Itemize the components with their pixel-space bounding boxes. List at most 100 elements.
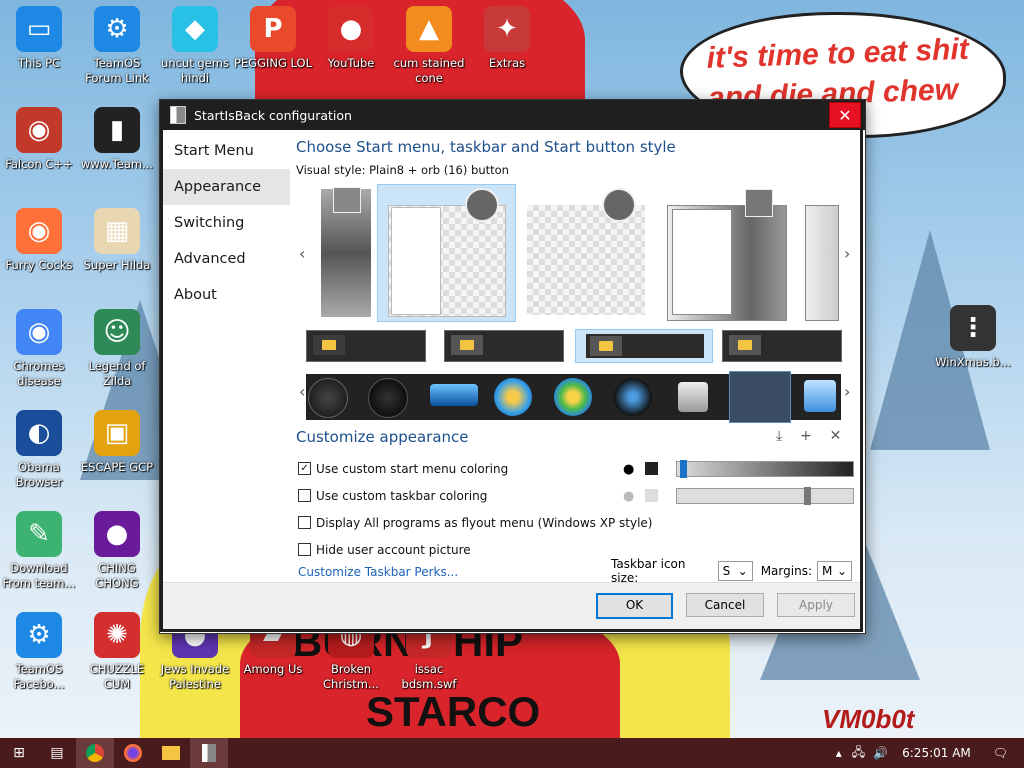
dialog-title: StartIsBack configuration [194, 107, 352, 123]
start-orb-option-selected[interactable] [729, 371, 791, 423]
add-icon[interactable]: + [800, 428, 812, 444]
chevron-up-icon[interactable]: ▴ [836, 746, 842, 760]
desktop-icon[interactable]: ◉ Furry Cocks [0, 208, 79, 273]
gear-icon: ⚙ [16, 612, 62, 658]
appearance-options: ✓ Use custom start menu coloring Use cust… [298, 455, 652, 563]
start-menu-style-option-selected[interactable] [377, 184, 516, 322]
start-orb-option[interactable] [308, 378, 348, 418]
desktop-icon[interactable]: ▭ This PC [0, 6, 79, 71]
taskbar-icon-size-select[interactable]: S ⌄ [717, 561, 753, 581]
start-orb-option[interactable] [430, 384, 478, 406]
taskbar-startisback[interactable] [190, 738, 228, 768]
task-view-button[interactable]: ▤ [38, 738, 76, 768]
taskbar-style-option-selected[interactable] [575, 329, 713, 363]
start-menu-style-option[interactable] [804, 184, 839, 322]
user-picture-icon [602, 188, 636, 222]
taskbar-style-option[interactable] [722, 330, 842, 362]
desktop-icon[interactable]: ✺ CHUZZLE CUM [77, 612, 157, 692]
desktop-icon[interactable]: ☺ Legend of Zilda [77, 309, 157, 389]
margins-label: Margins: [760, 564, 812, 578]
customize-taskbar-perks-link[interactable]: Customize Taskbar Perks... [298, 565, 458, 579]
checkbox-unchecked-icon[interactable] [298, 543, 311, 556]
color-swatch[interactable] [645, 489, 658, 502]
slider-thumb[interactable] [803, 487, 811, 505]
start-menu-style-gallery: ‹ › [296, 184, 856, 324]
chevron-left-icon[interactable]: ‹ [299, 244, 305, 263]
desktop-icon[interactable]: ▣ ESCAPE GCP [77, 410, 157, 475]
cone-icon: ▲ [406, 6, 452, 52]
notifications-icon[interactable]: 🗨 [993, 746, 1008, 760]
nav-item-appearance[interactable]: Appearance [163, 169, 290, 205]
checkbox-custom-start-menu-coloring[interactable]: ✓ Use custom start menu coloring [298, 455, 652, 482]
diamond-icon: ◆ [172, 6, 218, 52]
start-button[interactable]: ⊞ [0, 738, 38, 768]
checkbox-custom-taskbar-coloring[interactable]: Use custom taskbar coloring [298, 482, 652, 509]
desktop-icon[interactable]: ◆ uncut gems hindi [155, 6, 235, 86]
apply-button[interactable]: Apply [777, 593, 855, 617]
checkbox-all-programs-flyout[interactable]: Display All programs as flyout menu (Win… [298, 509, 652, 536]
nav-item-start-menu[interactable]: Start Menu [163, 133, 290, 169]
start-menu-style-option[interactable] [316, 184, 376, 322]
clock[interactable]: 6:25:01 AM [902, 746, 971, 760]
orb-icon: ● [94, 511, 140, 557]
desktop-icon[interactable]: ✦ Extras [467, 6, 547, 71]
desktop-icon[interactable]: ▦ Super Hilda [77, 208, 157, 273]
checkbox-hide-user-picture[interactable]: Hide user account picture [298, 536, 652, 563]
desktop-icon[interactable]: ⋮ WinXmas.b... [933, 305, 1013, 370]
extras-icon: ✦ [484, 6, 530, 52]
ok-button[interactable]: OK [596, 593, 673, 619]
chuzzle-icon: ✺ [94, 612, 140, 658]
taskbar-firefox[interactable] [114, 738, 152, 768]
taskbar-style-option[interactable] [444, 330, 564, 362]
obama-logo-icon: ◐ [16, 410, 62, 456]
download-icon[interactable]: ⤓ [776, 428, 782, 444]
desktop-icon[interactable]: ⚙ TeamOS Forum Link [77, 6, 157, 86]
chevron-right-icon[interactable]: › [844, 382, 850, 401]
remove-icon[interactable]: ✕ [830, 428, 842, 444]
start-menu-style-option[interactable] [526, 184, 648, 322]
start-orb-option[interactable] [368, 378, 408, 418]
dialog-titlebar[interactable]: StartIsBack configuration ✕ [160, 100, 865, 130]
desktop-icon[interactable]: ✎ Download From team... [0, 511, 79, 591]
size-options: Taskbar icon size: S ⌄ Margins: M ⌄ [611, 557, 860, 585]
nav-item-advanced[interactable]: Advanced [163, 241, 290, 277]
start-menu-style-option[interactable] [666, 184, 787, 322]
desktop-icon[interactable]: ◐ Obama Browser [0, 410, 79, 490]
desktop-icon[interactable]: ⚙ TeamOS Facebo... [0, 612, 79, 692]
nav-item-switching[interactable]: Switching [163, 205, 290, 241]
desktop-icon-label: issac bdsm.swf [401, 662, 457, 691]
desktop-icon[interactable]: ◉ Falcon C++ [0, 107, 79, 172]
desktop-icon-label: Download From team... [2, 561, 76, 590]
start-orb-option[interactable] [678, 382, 708, 412]
desktop-icon[interactable]: ▲ cum stained cone [389, 6, 469, 86]
network-icon[interactable]: 🖧 [852, 743, 865, 764]
desktop-icon[interactable]: ◉ Chromes disease [0, 309, 79, 389]
chevron-left-icon[interactable]: ‹ [299, 382, 305, 401]
start-menu-color-slider[interactable] [676, 460, 854, 478]
folder-icon [313, 335, 345, 355]
taskbar-file-explorer[interactable] [152, 738, 190, 768]
taskbar-chrome[interactable] [76, 738, 114, 768]
taskbar-style-option[interactable] [306, 330, 426, 362]
cancel-button[interactable]: Cancel [686, 593, 764, 617]
checkbox-unchecked-icon[interactable] [298, 516, 311, 529]
chevron-right-icon[interactable]: › [844, 244, 850, 263]
start-orb-option[interactable] [554, 378, 592, 416]
taskbar-color-slider[interactable] [676, 487, 854, 505]
color-swatch[interactable] [645, 462, 658, 475]
close-button[interactable]: ✕ [829, 102, 861, 128]
slider-thumb[interactable] [680, 460, 688, 478]
checkbox-checked-icon[interactable]: ✓ [298, 462, 311, 475]
desktop-icon[interactable]: ▮ www.Team... [77, 107, 157, 172]
desktop-icon-label: Extras [488, 56, 526, 70]
start-orb-option[interactable] [614, 378, 652, 416]
checkbox-unchecked-icon[interactable] [298, 489, 311, 502]
desktop-icon[interactable]: ● YouTube [311, 6, 391, 71]
margins-select[interactable]: M ⌄ [816, 561, 853, 581]
desktop-icon[interactable]: ● CHING CHONG [77, 511, 157, 591]
volume-icon[interactable]: 🔊 [873, 746, 888, 760]
nav-item-about[interactable]: About [163, 277, 290, 313]
start-orb-option[interactable] [494, 378, 532, 416]
desktop-icon[interactable]: P PEGGING LOL [233, 6, 313, 71]
start-orb-option[interactable] [804, 380, 836, 412]
